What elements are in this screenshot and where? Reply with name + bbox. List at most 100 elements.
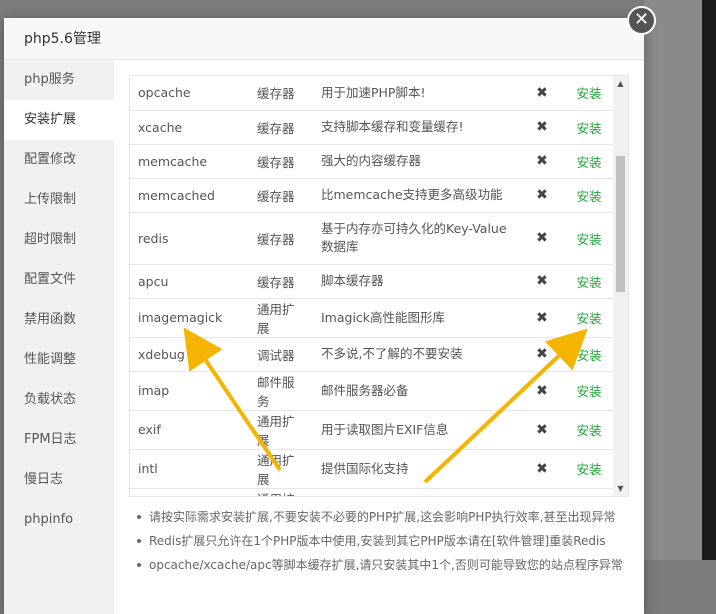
operation-cell: 安装 [565,178,613,213]
install-link[interactable]: 安装 [576,311,601,326]
install-link[interactable]: 安装 [576,423,601,438]
extension-type: 通用扩展 [249,488,313,496]
table-row: memcache 缓存器 强大的内容缓存器 ✖ 安装 [130,144,613,179]
extension-name: imagemagick [130,298,249,338]
extension-description: Imagick高性能图形库 [313,298,519,338]
extension-type: 缓存器 [249,144,313,179]
sidebar-item[interactable]: 配置修改 [4,140,114,180]
extensions-table: opcache 缓存器 用于加速PHP脚本! ✖ 安装 xcache 缓存器 支持脚本缓存和变… [130,76,613,496]
php-manager-dialog: php5.6管理 php服务 安装扩展 配置修改 上传限制 超时限制 配置文件 禁用函数 性能… [4,18,644,614]
extension-type: 通用扩展 [249,449,313,489]
scroll-up-icon[interactable]: ▲ [613,76,628,91]
dialog-title: php5.6管理 [4,18,644,60]
install-link[interactable]: 安装 [576,275,601,290]
table-row: memcached 缓存器 比memcache支持更多高级功能 ✖ 安装 [130,178,613,213]
install-link[interactable]: 安装 [576,348,601,363]
operation-cell: 安装 [565,110,613,145]
extension-type: 调试器 [249,337,313,372]
background-scrollbar [702,0,716,560]
scroll-down-icon[interactable]: ▼ [613,481,628,496]
sidebar-item[interactable]: 上传限制 [4,180,114,220]
table-row: xcache 缓存器 支持脚本缓存和变量缓存! ✖ 安装 [130,110,613,145]
table-row: intl 通用扩展 提供国际化支持 ✖ 安装 [130,449,613,489]
operation-cell: 安装 [565,337,613,372]
sidebar-item[interactable]: 安装扩展 [4,100,114,140]
table-row: xdebug 调试器 不多说,不了解的不要安装 ✖ 安装 [130,337,613,372]
extension-description: 强大的内容缓存器 [313,144,519,179]
extension-description: 脚本缓存器 [313,264,519,299]
sidebar-item[interactable]: 慢日志 [4,460,114,500]
table-row: exif 通用扩展 用于读取图片EXIF信息 ✖ 安装 [130,410,613,450]
operation-cell: 安装 [565,488,613,496]
table-row: imagemagick 通用扩展 Imagick高性能图形库 ✖ 安装 [130,298,613,338]
sidebar-item[interactable]: php服务 [4,60,114,100]
table-scrollbar[interactable]: ▲ ▼ [613,76,628,496]
cross-icon: ✖ [519,264,565,299]
install-link[interactable]: 安装 [576,86,601,101]
cross-icon: ✖ [519,298,565,338]
extension-type: 缓存器 [249,110,313,145]
extension-name: xsl [130,488,249,496]
sidebar-item[interactable]: 配置文件 [4,260,114,300]
extension-name: apcu [130,264,249,299]
extension-name: xdebug [130,337,249,372]
extension-description: 支持脚本缓存和变量缓存! [313,110,519,145]
sidebar-item[interactable]: 性能调整 [4,340,114,380]
extension-type: 缓存器 [249,264,313,299]
extension-name: memcache [130,144,249,179]
table-row: redis 缓存器 基于内存亦可持久化的Key-Value数据库 ✖ 安装 [130,212,613,265]
install-link[interactable]: 安装 [576,232,601,247]
cross-icon: ✖ [519,110,565,145]
table-row: apcu 缓存器 脚本缓存器 ✖ 安装 [130,264,613,299]
extension-name: exif [130,410,249,450]
sidebar-item[interactable]: 禁用函数 [4,300,114,340]
install-link[interactable]: 安装 [576,121,601,136]
operation-cell: 安装 [565,264,613,299]
install-link[interactable]: 安装 [576,462,601,477]
extension-name: xcache [130,110,249,145]
extension-name: opcache [130,76,249,111]
extension-name: intl [130,449,249,489]
install-link[interactable]: 安装 [576,384,601,399]
extension-type: 缓存器 [249,212,313,265]
extension-description: 不多说,不了解的不要安装 [313,337,519,372]
install-link[interactable]: 安装 [576,189,601,204]
close-icon[interactable]: ✕ [627,6,656,35]
extension-description: 用于读取图片EXIF信息 [313,410,519,450]
sidebar-item[interactable]: 超时限制 [4,220,114,260]
sidebar-item[interactable]: phpinfo [4,500,114,540]
extension-description: 提供国际化支持 [313,449,519,489]
note-item: Redis扩展只允许在1个PHP版本中使用,安装到其它PHP版本请在[软件管理]… [135,529,629,553]
note-item: 请按实际需求安装扩展,不要安装不必要的PHP扩展,这会影响PHP执行效率,甚至出… [135,505,629,529]
extension-description: 用于加速PHP脚本! [313,76,519,111]
table-row: imap 邮件服务 邮件服务器必备 ✖ 安装 [130,371,613,411]
extension-description: 基于内存亦可持久化的Key-Value数据库 [313,212,519,265]
cross-icon: ✖ [519,144,565,179]
scroll-thumb[interactable] [616,156,625,292]
extensions-panel: opcache 缓存器 用于加速PHP脚本! ✖ 安装 xcache 缓存器 支持脚本缓存和变… [129,75,629,577]
cross-icon: ✖ [519,337,565,372]
table-row: xsl通用扩展xsl解析扩展✖安装 [130,488,613,496]
sidebar-item[interactable]: 负载状态 [4,380,114,420]
operation-cell: 安装 [565,410,613,450]
cross-icon: ✖ [519,410,565,450]
cross-icon: ✖ [519,371,565,411]
extension-name: imap [130,371,249,411]
cross-icon: ✖ [519,212,565,265]
table-row: opcache 缓存器 用于加速PHP脚本! ✖ 安装 [130,76,613,111]
cross-icon: ✖ [519,449,565,489]
notes-list: 请按实际需求安装扩展,不要安装不必要的PHP扩展,这会影响PHP执行效率,甚至出… [129,505,629,577]
background-panel [644,0,704,560]
extensions-table-wrap[interactable]: opcache 缓存器 用于加速PHP脚本! ✖ 安装 xcache 缓存器 支持脚本缓存和变… [129,75,629,497]
operation-cell: 安装 [565,76,613,111]
operation-cell: 安装 [565,371,613,411]
operation-cell: 安装 [565,449,613,489]
note-item: opcache/xcache/apc等脚本缓存扩展,请只安装其中1个,否则可能导… [135,553,629,577]
extension-type: 通用扩展 [249,410,313,450]
cross-icon: ✖ [519,76,565,111]
extension-description: xsl解析扩展 [313,488,519,496]
install-link[interactable]: 安装 [576,155,601,170]
sidebar-item[interactable]: FPM日志 [4,420,114,460]
extension-type: 邮件服务 [249,371,313,411]
cross-icon: ✖ [519,178,565,213]
